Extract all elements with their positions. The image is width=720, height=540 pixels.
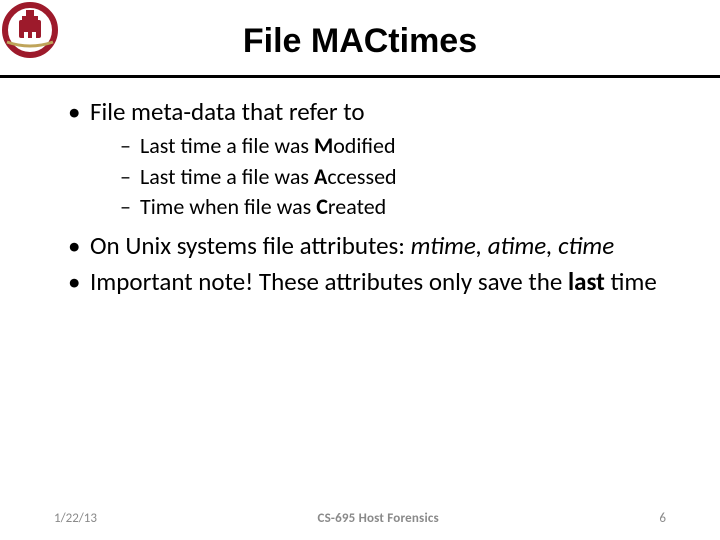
text-fragment: On Unix systems file attributes:	[90, 230, 411, 261]
bold-text: last	[568, 266, 605, 297]
footer-course: CS-695 Host Forensics	[318, 511, 439, 526]
sub-bullet-accessed: Last time a file was Accessed	[120, 163, 672, 192]
sub-bullet-list: Last time a file was Modified Last time …	[90, 132, 672, 222]
text-fragment: ccessed	[327, 163, 396, 190]
bullet-list: File meta-data that refer to Last time a…	[48, 96, 672, 298]
italic-text: mtime, atime, ctime	[411, 230, 615, 261]
text-fragment: odified	[333, 132, 395, 159]
bullet-item-3: Important note! These attributes only sa…	[68, 266, 672, 298]
bold-letter: A	[314, 163, 327, 190]
text-fragment: reated	[328, 193, 386, 220]
slide: File MACtimes File meta-data that refer …	[0, 0, 720, 540]
slide-footer: 1/22/13 CS-695 Host Forensics 6	[0, 511, 720, 526]
bold-letter: M	[314, 132, 333, 159]
bullet-item-2: On Unix systems file attributes: mtime, …	[68, 230, 672, 262]
footer-page-number: 6	[659, 511, 666, 526]
text-fragment: time	[605, 266, 657, 297]
slide-title: File MACtimes	[0, 0, 720, 75]
text-fragment: Important note! These attributes only sa…	[90, 266, 568, 297]
bullet-text: File meta-data that refer to	[90, 96, 365, 127]
text-fragment: Time when file was	[140, 193, 316, 220]
sub-bullet-modified: Last time a file was Modified	[120, 132, 672, 161]
slide-body: File meta-data that refer to Last time a…	[0, 78, 720, 298]
sub-bullet-created: Time when file was Created	[120, 193, 672, 222]
bullet-item-1: File meta-data that refer to Last time a…	[68, 96, 672, 222]
text-fragment: Last time a file was	[140, 132, 314, 159]
text-fragment: Last time a file was	[140, 163, 314, 190]
institution-logo	[2, 2, 58, 58]
bold-letter: C	[316, 193, 328, 220]
footer-date: 1/22/13	[54, 511, 97, 526]
